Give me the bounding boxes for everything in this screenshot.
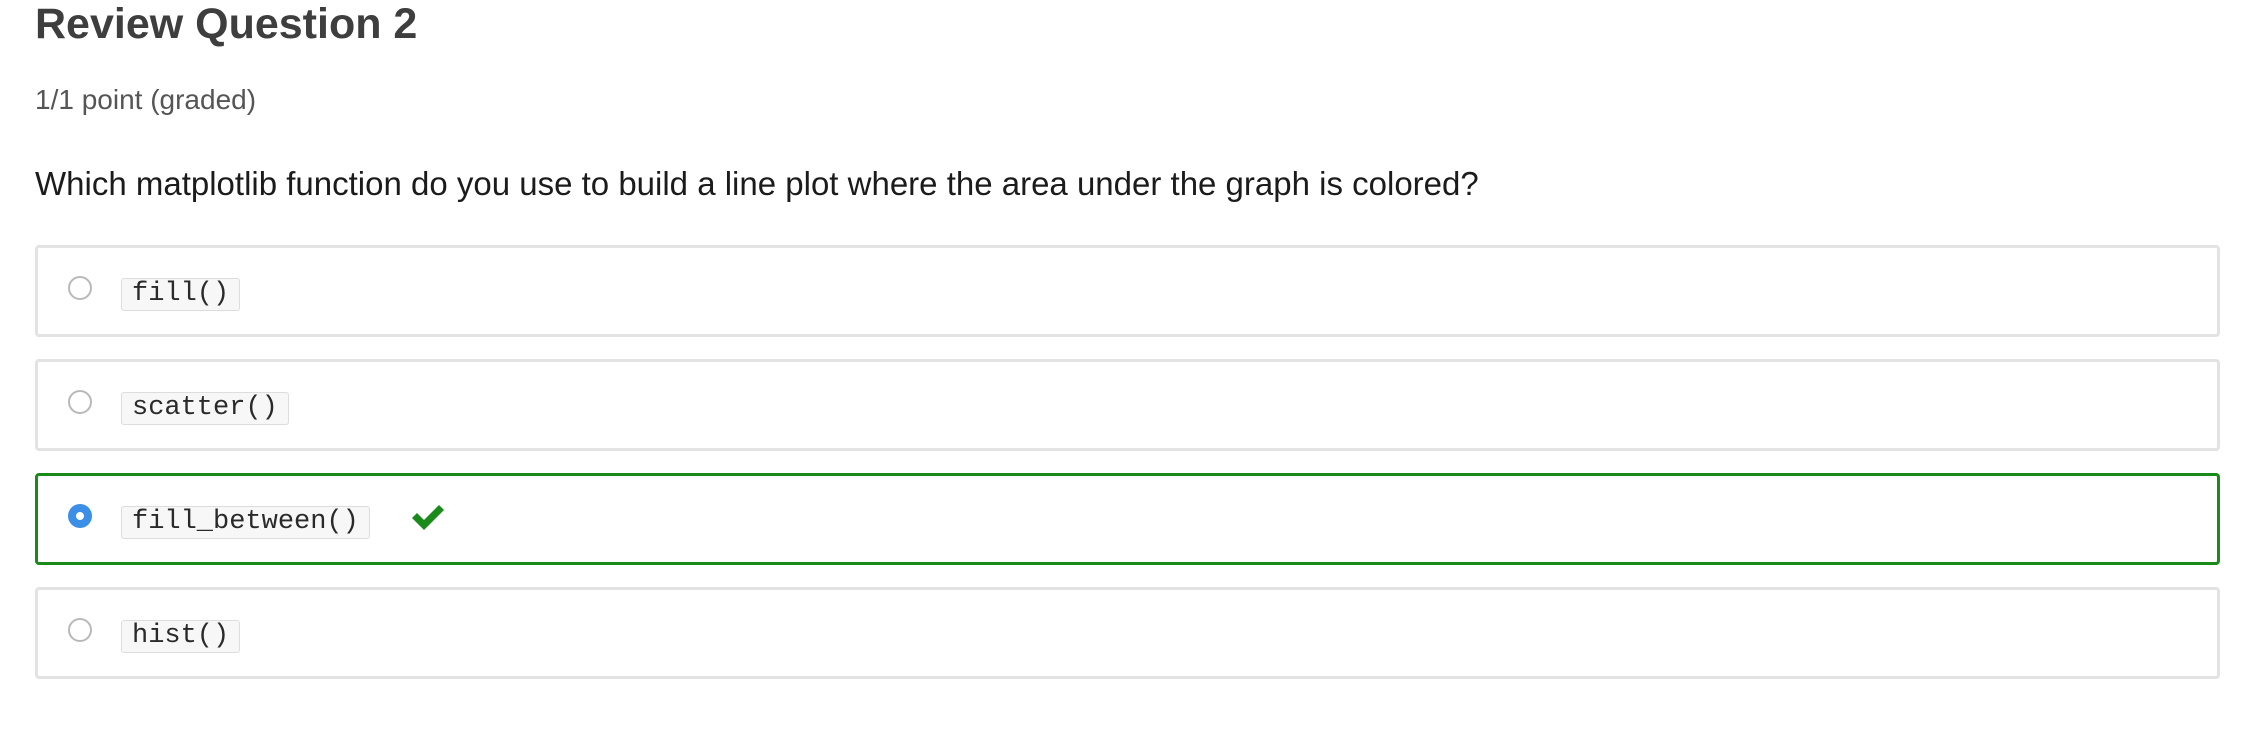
choice-label: scatter() [121,392,289,425]
radio-button-selected[interactable] [68,504,92,528]
choice-fill[interactable]: fill() [35,245,2220,337]
choice-label: fill_between() [121,506,370,539]
points-status: 1/1 point (graded) [35,84,257,115]
choice-hist[interactable]: hist() [35,587,2220,679]
radio-button[interactable] [68,618,92,642]
question-prompt: Which matplotlib function do you use to … [35,165,1479,202]
answer-choices: fill() scatter() fill_between() hist() [35,245,2220,701]
choice-fill-between[interactable]: fill_between() [35,473,2220,565]
choice-scatter[interactable]: scatter() [35,359,2220,451]
radio-button[interactable] [68,276,92,300]
choice-label: hist() [121,620,241,653]
choice-label: fill() [121,278,241,311]
checkmark-icon [412,505,444,530]
question-title: Review Question 2 [35,0,418,48]
radio-button[interactable] [68,390,92,414]
